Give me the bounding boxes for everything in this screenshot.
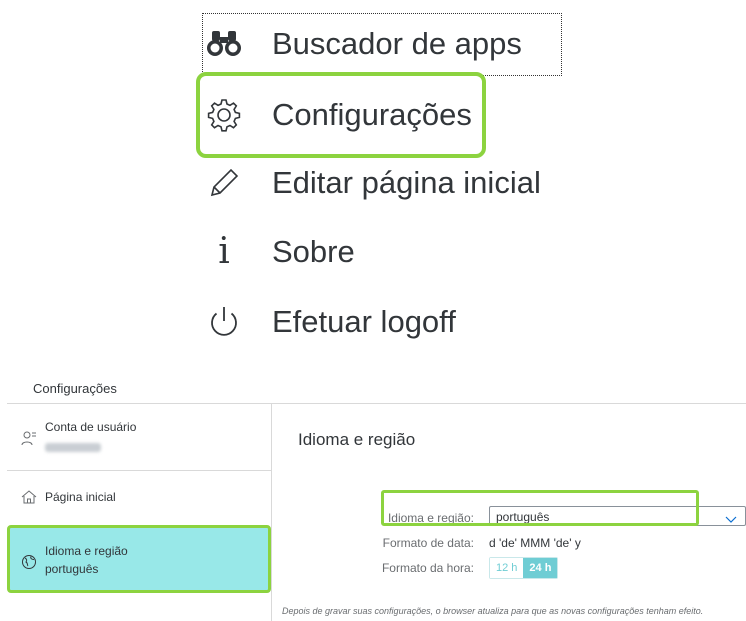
chevron-down-icon: [725, 511, 737, 529]
sidebar-item-user-account[interactable]: Conta de usuário: [7, 404, 271, 471]
time-option-12h[interactable]: 12 h: [490, 558, 524, 578]
menu-item-label: Efetuar logoff: [272, 304, 456, 339]
sidebar-item-home-page[interactable]: Página inicial: [7, 472, 271, 519]
power-icon: [200, 298, 248, 346]
info-icon: i: [200, 228, 248, 276]
highlight-frame: [381, 490, 699, 526]
time-format-label: Formato da hora:: [381, 561, 474, 575]
footer-note: Depois de gravar suas configurações, o b…: [282, 606, 704, 616]
menu-item-about[interactable]: i Sobre: [200, 222, 355, 282]
sidebar-item-language-region[interactable]: Idioma e região português: [7, 525, 271, 593]
user-actions-menu: Buscador de apps Configurações Editar pá…: [0, 0, 746, 352]
date-format-value: d 'de' MMM 'de' y: [489, 536, 581, 550]
menu-item-edit-home-page[interactable]: Editar página inicial: [200, 153, 541, 213]
menu-item-app-finder[interactable]: Buscador de apps: [200, 14, 522, 74]
sidebar-item-label: Página inicial: [45, 490, 116, 504]
home-icon: [21, 489, 37, 505]
info-glyph: i: [218, 231, 230, 272]
highlight-frame: [196, 72, 486, 158]
time-format-toggle: 12 h 24 h: [489, 557, 559, 579]
menu-item-label: Sobre: [272, 234, 355, 269]
dialog-title: Configurações: [33, 381, 117, 396]
user-icon: [21, 430, 37, 446]
binoculars-icon: [200, 20, 248, 68]
sidebar-item-label: Conta de usuário: [45, 420, 137, 434]
globe-icon: [21, 554, 37, 570]
menu-item-label: Editar página inicial: [272, 165, 541, 200]
blurred-username: [45, 443, 101, 452]
menu-item-label: Buscador de apps: [272, 26, 522, 61]
menu-item-logoff[interactable]: Efetuar logoff: [200, 292, 456, 352]
section-title: Idioma e região: [298, 430, 416, 449]
date-format-label: Formato de data:: [382, 536, 474, 550]
pencil-icon: [200, 159, 248, 207]
divider: [271, 404, 272, 621]
sidebar-item-label: Idioma e região: [45, 544, 128, 558]
time-option-24h[interactable]: 24 h: [523, 558, 558, 578]
sidebar-item-value: português: [45, 562, 99, 576]
